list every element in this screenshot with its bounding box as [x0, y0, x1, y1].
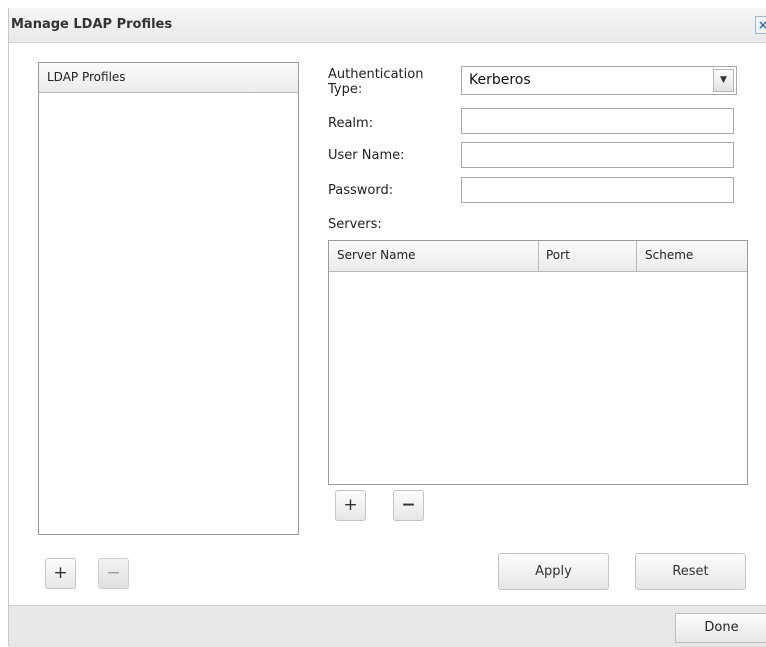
add-profile-button[interactable]: +	[45, 558, 76, 589]
add-server-button[interactable]: +	[335, 490, 366, 521]
dialog-footer: Done	[9, 605, 766, 647]
password-label: Password:	[328, 183, 394, 198]
password-field[interactable]	[461, 177, 734, 203]
done-button[interactable]: Done	[675, 613, 766, 643]
column-header-scheme[interactable]: Scheme	[645, 248, 693, 262]
remove-server-button[interactable]: −	[393, 490, 424, 521]
auth-type-value: Kerberos	[469, 72, 531, 88]
apply-button[interactable]: Apply	[498, 553, 609, 590]
realm-label: Realm:	[328, 116, 374, 131]
column-divider	[636, 241, 637, 271]
realm-field[interactable]	[461, 108, 734, 134]
manage-ldap-profiles-dialog: Manage LDAP Profiles × LDAP Profiles Aut…	[8, 8, 766, 647]
reset-button[interactable]: Reset	[635, 553, 746, 590]
dialog-title: Manage LDAP Profiles	[11, 17, 173, 32]
dialog-titlebar: Manage LDAP Profiles ×	[9, 8, 766, 43]
auth-type-label: Authentication Type:	[328, 67, 424, 97]
close-icon[interactable]: ×	[755, 16, 766, 34]
username-field[interactable]	[461, 142, 734, 168]
ldap-profiles-header-label: LDAP Profiles	[47, 70, 126, 84]
servers-label: Servers:	[328, 217, 382, 232]
chevron-down-icon[interactable]: ▼	[713, 69, 734, 92]
username-label: User Name:	[328, 148, 405, 163]
servers-table-header: Server Name Port Scheme	[329, 241, 747, 272]
column-header-server-name[interactable]: Server Name	[337, 248, 416, 262]
auth-type-select[interactable]: Kerberos ▼	[461, 66, 737, 95]
ldap-profiles-list[interactable]: LDAP Profiles	[38, 62, 299, 535]
column-header-port[interactable]: Port	[546, 248, 570, 262]
column-divider	[538, 241, 539, 271]
servers-table[interactable]: Server Name Port Scheme	[328, 240, 748, 485]
ldap-profiles-header: LDAP Profiles	[39, 63, 298, 93]
remove-profile-button[interactable]: −	[98, 558, 129, 589]
